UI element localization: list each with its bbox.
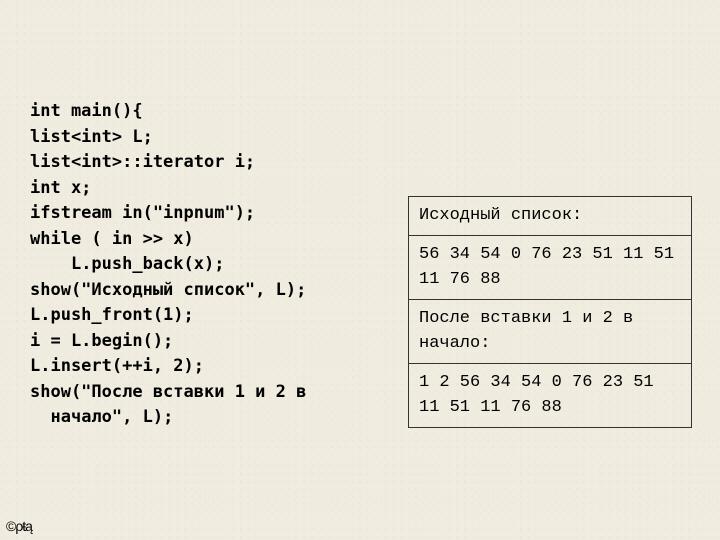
- code-line: int main(){: [30, 101, 143, 121]
- code-line: ifstream in("inpnum");: [30, 203, 255, 223]
- code-line: L.insert(++i, 2);: [30, 356, 204, 376]
- code-line: while ( in >> x): [30, 229, 194, 249]
- copyright: ©ρŧą: [6, 518, 32, 534]
- code-line: L.push_front(1);: [30, 305, 194, 325]
- code-line: show("Исходный список", L);: [30, 280, 306, 300]
- code-line: show("После вставки 1 и 2 в начало", L);: [30, 382, 306, 428]
- code-line: i = L.begin();: [30, 331, 173, 351]
- code-line: list<int> L;: [30, 127, 153, 147]
- slide: int main(){ list<int> L; list<int>::iter…: [0, 0, 720, 540]
- code-line: int x;: [30, 178, 91, 198]
- output-values-1: 56 34 54 0 76 23 51 11 51 11 76 88: [409, 236, 691, 300]
- code-block: int main(){ list<int> L; list<int>::iter…: [30, 99, 390, 431]
- code-line: L.push_back(x);: [30, 254, 224, 274]
- code-line: list<int>::iterator i;: [30, 152, 255, 172]
- output-heading-2: После вставки 1 и 2 в начало:: [409, 300, 691, 364]
- output-box: Исходный список: 56 34 54 0 76 23 51 11 …: [408, 196, 692, 428]
- output-heading-1: Исходный список:: [409, 197, 691, 236]
- output-values-2: 1 2 56 34 54 0 76 23 51 11 51 11 76 88: [409, 364, 691, 427]
